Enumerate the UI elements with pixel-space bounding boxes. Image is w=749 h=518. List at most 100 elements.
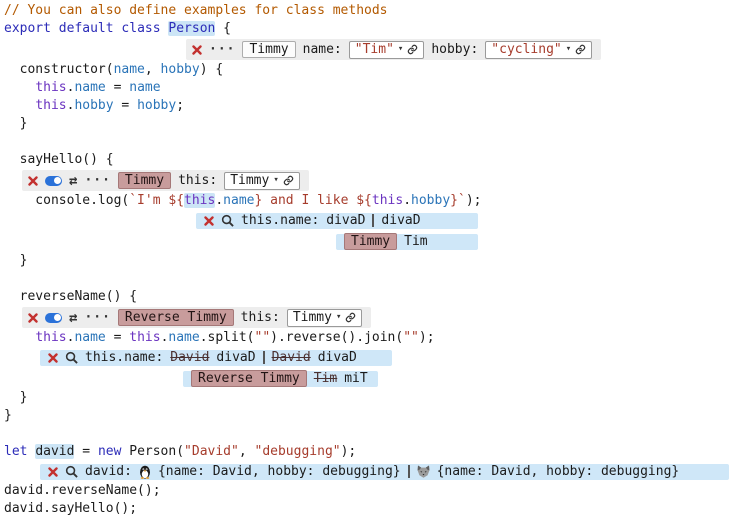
code-token: ) { (200, 62, 223, 77)
chevron-down-icon: ▾ (398, 45, 403, 54)
example-value-probe: Reverse TimmyTimmiT (183, 371, 378, 387)
link-icon[interactable] (345, 312, 356, 323)
code-line[interactable]: this.hobby = hobby; (4, 97, 749, 115)
code-line[interactable]: } (4, 252, 749, 270)
code-token: this (35, 330, 66, 345)
toggle-icon[interactable] (45, 313, 62, 323)
tagprobe-row: TimmyTim (4, 231, 749, 252)
code-line[interactable]: } (4, 115, 749, 133)
close-icon[interactable] (28, 313, 38, 323)
code-line[interactable]: david.reverseName(); (4, 482, 749, 500)
magnifier-icon[interactable] (65, 351, 78, 364)
magnifier-icon[interactable] (65, 465, 78, 478)
dropdown-value: "cycling" (491, 41, 561, 59)
more-options-icon[interactable]: ··· (84, 174, 110, 187)
example-toolbar: ···Timmyname:"Tim"▾hobby:"cycling"▾ (186, 39, 601, 60)
code-line[interactable]: console.log(`I'm ${this.name} and I like… (4, 192, 749, 210)
example-toolbar-row: ⇄···Reverse Timmythis:Timmy▾ (4, 306, 749, 329)
code-token (4, 98, 35, 113)
value-dropdown[interactable]: Timmy▾ (224, 172, 300, 190)
code-token: constructor( (4, 62, 114, 77)
probe-label: this.name: (241, 212, 319, 230)
code-token: default (59, 21, 114, 36)
code-token: class (121, 21, 160, 36)
code-token: Person (168, 21, 215, 36)
param-label: hobby: (431, 41, 478, 59)
link-icon[interactable] (407, 44, 418, 55)
value-dropdown[interactable]: Timmy ▾ (287, 309, 363, 327)
code-line[interactable]: this.name = name (4, 79, 749, 97)
divider (263, 351, 265, 364)
code-token: } (4, 253, 27, 268)
close-icon[interactable] (48, 467, 58, 477)
link-icon[interactable] (283, 175, 294, 186)
value-probe: this.name:DaviddivaDDaviddivaD (40, 350, 392, 366)
code-line[interactable] (4, 425, 749, 443)
code-line[interactable] (4, 133, 749, 151)
code-token: new (98, 444, 121, 459)
code-token: this (129, 330, 160, 345)
previous-value: David (272, 349, 311, 367)
code-line[interactable]: } (4, 389, 749, 407)
code-token: . (403, 193, 411, 208)
code-line[interactable]: } (4, 407, 749, 425)
code-token: ); (419, 330, 435, 345)
code-line[interactable] (4, 270, 749, 288)
code-line[interactable]: david.sayHello(); (4, 500, 749, 518)
code-token: } and I like ${ (254, 193, 371, 208)
example-name-tag[interactable]: Timmy (242, 41, 295, 58)
previous-value: David (170, 349, 209, 367)
more-options-icon[interactable]: ··· (84, 311, 110, 324)
close-icon[interactable] (28, 176, 38, 186)
code-token: = (74, 444, 97, 459)
code-token: } (4, 116, 27, 131)
code-line[interactable]: this.name = this.name.split("").reverse(… (4, 329, 749, 347)
code-token: name (168, 330, 199, 345)
chevron-down-icon: ▾ (566, 45, 571, 54)
code-line[interactable]: sayHello() { (4, 151, 749, 169)
code-line[interactable]: constructor(name, hobby) { (4, 61, 749, 79)
current-value: divaD (326, 212, 365, 230)
example-name-tag: Timmy (344, 233, 397, 250)
divider (372, 214, 374, 227)
current-value: divaD (216, 349, 255, 367)
code-token: ; (176, 98, 184, 113)
code-token: let (4, 444, 27, 459)
value-dropdown[interactable]: "cycling" ▾ (485, 41, 592, 59)
code-editor[interactable]: // You can also define examples for clas… (0, 0, 749, 518)
code-line[interactable]: export default class Person { (4, 20, 749, 38)
chevron-down-icon: ▾ (336, 313, 341, 322)
magnifier-icon[interactable] (221, 214, 234, 227)
swap-icon[interactable]: ⇄ (69, 174, 77, 188)
code-token: "" (255, 330, 271, 345)
code-token: sayHello() { (4, 152, 114, 167)
current-value: {name: David, hobby: debugging} (437, 463, 680, 481)
probe-row: this.name:DaviddivaDDaviddivaD (4, 347, 749, 368)
dropdown-value: Timmy (293, 309, 332, 327)
dropdown-value: Timmy (230, 172, 269, 190)
more-options-icon[interactable]: ··· (209, 43, 235, 56)
code-token: "David" (184, 444, 239, 459)
toggle-icon[interactable] (45, 176, 62, 186)
close-icon[interactable] (192, 45, 202, 55)
code-line[interactable]: let david = new Person("David", "debuggi… (4, 443, 749, 461)
code-line[interactable]: // You can also define examples for clas… (4, 2, 749, 20)
code-token: , (239, 444, 255, 459)
current-value: divaD (318, 349, 357, 367)
code-token: { (215, 21, 231, 36)
code-token: name (114, 62, 145, 77)
code-line[interactable]: reverseName() { (4, 288, 749, 306)
code-token: } (4, 408, 12, 423)
current-value: {name: David, hobby: debugging} (158, 463, 401, 481)
example-name-tag[interactable]: Timmy (118, 172, 171, 189)
code-token (51, 21, 59, 36)
code-token: this (35, 80, 66, 95)
example-name-tag[interactable]: Reverse Timmy (118, 309, 234, 326)
divider (408, 465, 410, 478)
link-icon[interactable] (575, 44, 586, 55)
close-icon[interactable] (204, 216, 214, 226)
code-token: this (372, 193, 403, 208)
value-dropdown[interactable]: "Tim"▾ (349, 41, 425, 59)
swap-icon[interactable]: ⇄ (69, 311, 77, 325)
close-icon[interactable] (48, 353, 58, 363)
